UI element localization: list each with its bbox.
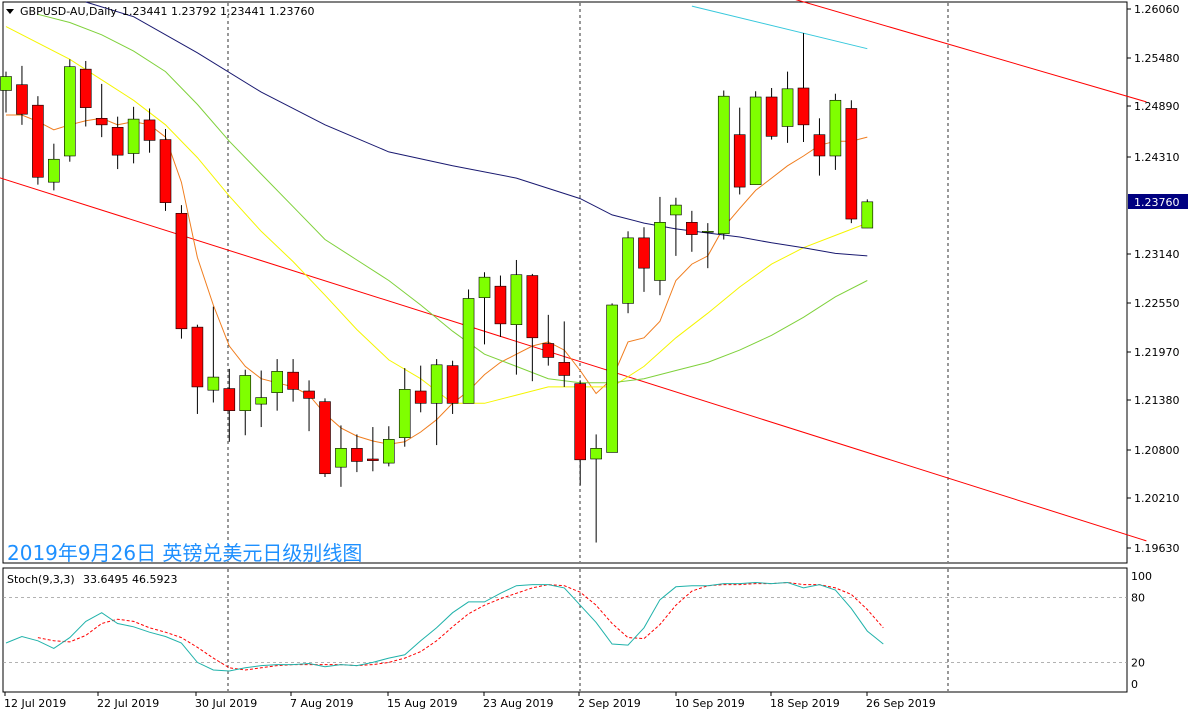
price-tick-label: 1.21970 xyxy=(1134,346,1180,359)
price-pane: 1.26060 1.25480 1.24890 1.24310 1.23140 1.225… xyxy=(0,0,1188,565)
bearish-candle-body xyxy=(446,365,459,404)
bullish-candle-body xyxy=(670,204,682,216)
bullish-candle-body xyxy=(829,99,842,157)
ohlc-readout: 1.23441 1.23792 1.23441 1.23760 xyxy=(122,5,314,18)
price-tick-label: 1.20800 xyxy=(1134,444,1180,457)
bullish-candle-body xyxy=(0,76,12,91)
price-tick-label: 1.25480 xyxy=(1134,52,1180,65)
time-tick-label: 18 Sep 2019 xyxy=(770,697,840,710)
price-tick-label: 1.23140 xyxy=(1134,248,1180,261)
bearish-candle-body xyxy=(79,68,92,108)
bullish-candle-body xyxy=(207,376,220,391)
time-tick-label: 2 Sep 2019 xyxy=(578,697,641,710)
bullish-candle-body xyxy=(749,96,762,185)
stoch-level-label: 100 xyxy=(1131,570,1152,583)
stoch-label: Stoch(9,3,3) xyxy=(7,573,75,586)
bearish-candle-body xyxy=(159,139,172,203)
bearish-candle-body xyxy=(813,134,826,157)
bullish-candle-body xyxy=(462,298,475,404)
time-tick-label: 26 Sep 2019 xyxy=(866,697,936,710)
bullish-candle-body xyxy=(239,375,252,411)
bearish-candle-body xyxy=(733,134,746,188)
bearish-candle-body xyxy=(558,362,571,376)
price-tick-label: 1.22550 xyxy=(1134,297,1180,310)
bullish-candle-body xyxy=(510,274,523,325)
bullish-candle-body xyxy=(398,389,411,438)
time-tick-label: 12 Jul 2019 xyxy=(4,697,66,710)
price-tick-label: 1.20210 xyxy=(1134,492,1180,505)
bullish-candle-body xyxy=(701,231,714,233)
bearish-candle-body xyxy=(494,285,507,325)
time-tick-label: 22 Jul 2019 xyxy=(97,697,159,710)
time-tick-label: 23 Aug 2019 xyxy=(483,697,553,710)
bearish-candle-body xyxy=(526,275,539,339)
bearish-candle-body xyxy=(95,117,108,126)
bearish-candle-body xyxy=(351,448,363,462)
bearish-candle-body xyxy=(797,87,810,126)
bearish-candle-body xyxy=(303,390,315,399)
stoch-level-label: 20 xyxy=(1131,656,1145,669)
bearish-candle-body xyxy=(175,212,188,330)
bearish-candle-body xyxy=(574,383,587,461)
price-tick-label: 1.24890 xyxy=(1134,100,1180,113)
symbol-label: GBPUSD-AU,Daily xyxy=(20,5,117,18)
bullish-candle-body xyxy=(606,304,618,453)
bullish-candle-body xyxy=(654,222,666,281)
overlay-title: 2019年9月26日 英镑兑美元日级别线图 xyxy=(7,541,362,565)
bullish-candle-body xyxy=(64,66,76,157)
bearish-candle-body xyxy=(414,390,427,404)
bearish-candle-body xyxy=(367,458,379,461)
price-tick-label: 1.26060 xyxy=(1134,3,1180,16)
price-tick-label: 1.19630 xyxy=(1134,542,1180,555)
bearish-candle-body xyxy=(638,237,650,269)
time-tick-label: 15 Aug 2019 xyxy=(387,697,457,710)
bearish-candle-body xyxy=(16,84,28,115)
gbpusd-daily-chart: 1.26060 1.25480 1.24890 1.24310 1.23140 1.225… xyxy=(0,0,1192,714)
bearish-candle-body xyxy=(143,119,156,141)
time-tick-label: 30 Jul 2019 xyxy=(195,697,257,710)
bullish-candle-body xyxy=(382,439,395,464)
bullish-candle-body xyxy=(271,371,283,393)
bearish-candle-body xyxy=(845,108,858,220)
bullish-candle-body xyxy=(127,118,140,154)
bearish-candle-body xyxy=(32,104,44,178)
bullish-candle-body xyxy=(478,276,491,298)
price-tick-label: 1.24310 xyxy=(1134,151,1180,164)
bearish-candle-body xyxy=(686,222,698,235)
bearish-candle-body xyxy=(111,127,124,156)
bearish-candle-body xyxy=(287,371,299,390)
stoch-pane-frame xyxy=(2,567,1128,693)
bullish-candle-body xyxy=(861,201,874,229)
bullish-candle-body xyxy=(48,158,60,183)
bearish-candle-body xyxy=(542,343,555,358)
bullish-candle-body xyxy=(255,397,267,405)
bullish-candle-body xyxy=(590,448,602,460)
stoch-level-label: 0 xyxy=(1131,678,1138,691)
bullish-candle-body xyxy=(335,448,347,468)
stoch-values: 33.6495 46.5923 xyxy=(83,573,177,586)
bullish-candle-body xyxy=(622,237,634,304)
bearish-candle-body xyxy=(191,326,204,388)
bullish-candle-body xyxy=(717,95,730,235)
current-price-label: 1.23760 xyxy=(1134,196,1180,209)
bearish-candle-body xyxy=(223,388,236,411)
bearish-candle-body xyxy=(765,96,778,137)
bearish-candle-body xyxy=(319,401,331,475)
stochastic-pane: 100 80 20 0 Stoch(9,3,3) 33.6495 46.5923 xyxy=(2,567,1152,693)
bullish-candle-body xyxy=(781,88,794,127)
price-tick-label: 1.21380 xyxy=(1134,394,1180,407)
stoch-level-label: 80 xyxy=(1131,592,1145,605)
bullish-candle-body xyxy=(430,364,443,404)
time-tick-label: 10 Sep 2019 xyxy=(675,697,745,710)
price-pane-frame xyxy=(2,1,1128,564)
time-tick-label: 7 Aug 2019 xyxy=(290,697,353,710)
